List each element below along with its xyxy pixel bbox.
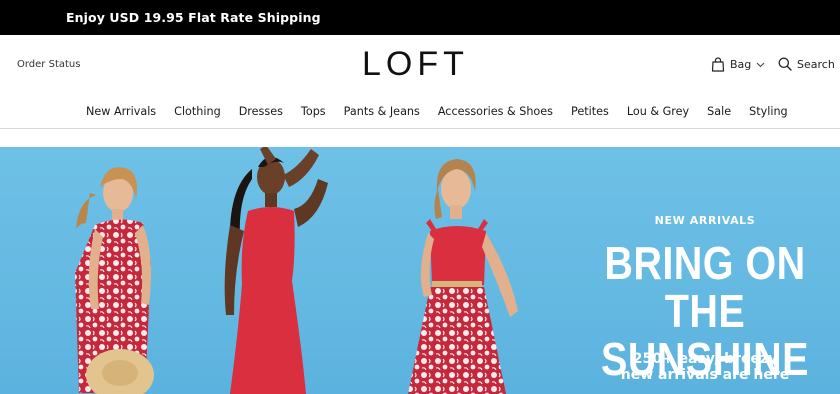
nav-item-clothing[interactable]: Clothing <box>174 105 221 118</box>
nav-item-styling[interactable]: Styling <box>749 105 788 118</box>
nav-item-accessories-shoes[interactable]: Accessories & Shoes <box>438 105 553 118</box>
promo-text[interactable]: Enjoy USD 19.95 Flat Rate Shipping <box>66 10 321 25</box>
nav-item-dresses[interactable]: Dresses <box>239 105 283 118</box>
nav-item-petites[interactable]: Petites <box>571 105 609 118</box>
chevron-down-icon <box>756 62 765 68</box>
site-header: Order Status LOFT Bag Search <box>0 35 840 95</box>
nav-item-sale[interactable]: Sale <box>707 105 731 118</box>
nav-item-pants-jeans[interactable]: Pants & Jeans <box>344 105 420 118</box>
search-label: Search <box>797 57 835 71</box>
model-center <box>224 147 328 394</box>
hero-subhead-line2: new arrivals are here <box>620 367 790 383</box>
nav-item-tops[interactable]: Tops <box>301 105 326 118</box>
nav-item-new-arrivals[interactable]: New Arrivals <box>86 105 156 118</box>
hero-banner[interactable]: NEW ARRIVALS BRING ON THE SUNSHINE 250+ … <box>0 147 840 394</box>
main-nav: New Arrivals Clothing Dresses Tops Pants… <box>0 95 840 129</box>
hero-eyebrow: NEW ARRIVALS <box>654 214 756 227</box>
bag-label: Bag <box>730 58 752 71</box>
hero-copy: NEW ARRIVALS BRING ON THE SUNSHINE 250+ … <box>560 147 840 394</box>
nav-item-lou-grey[interactable]: Lou & Grey <box>627 105 689 118</box>
order-status-link[interactable]: Order Status <box>17 59 80 70</box>
site-logo[interactable]: LOFT <box>362 45 469 84</box>
hero-headline-line1: BRING ON <box>604 237 806 289</box>
hero-models-image <box>75 147 518 394</box>
model-right <box>408 159 518 394</box>
search-button[interactable]: Search <box>778 57 835 71</box>
shopping-bag-icon <box>711 57 725 72</box>
search-icon <box>778 57 792 71</box>
hero-subhead-line1: 250+ easy, breezy <box>632 351 778 367</box>
model-left <box>75 167 154 394</box>
bag-button[interactable]: Bag <box>711 57 765 72</box>
hero-subhead: 250+ easy, breezy new arrivals are here <box>560 351 840 383</box>
promo-bar: Enjoy USD 19.95 Flat Rate Shipping <box>0 0 840 35</box>
